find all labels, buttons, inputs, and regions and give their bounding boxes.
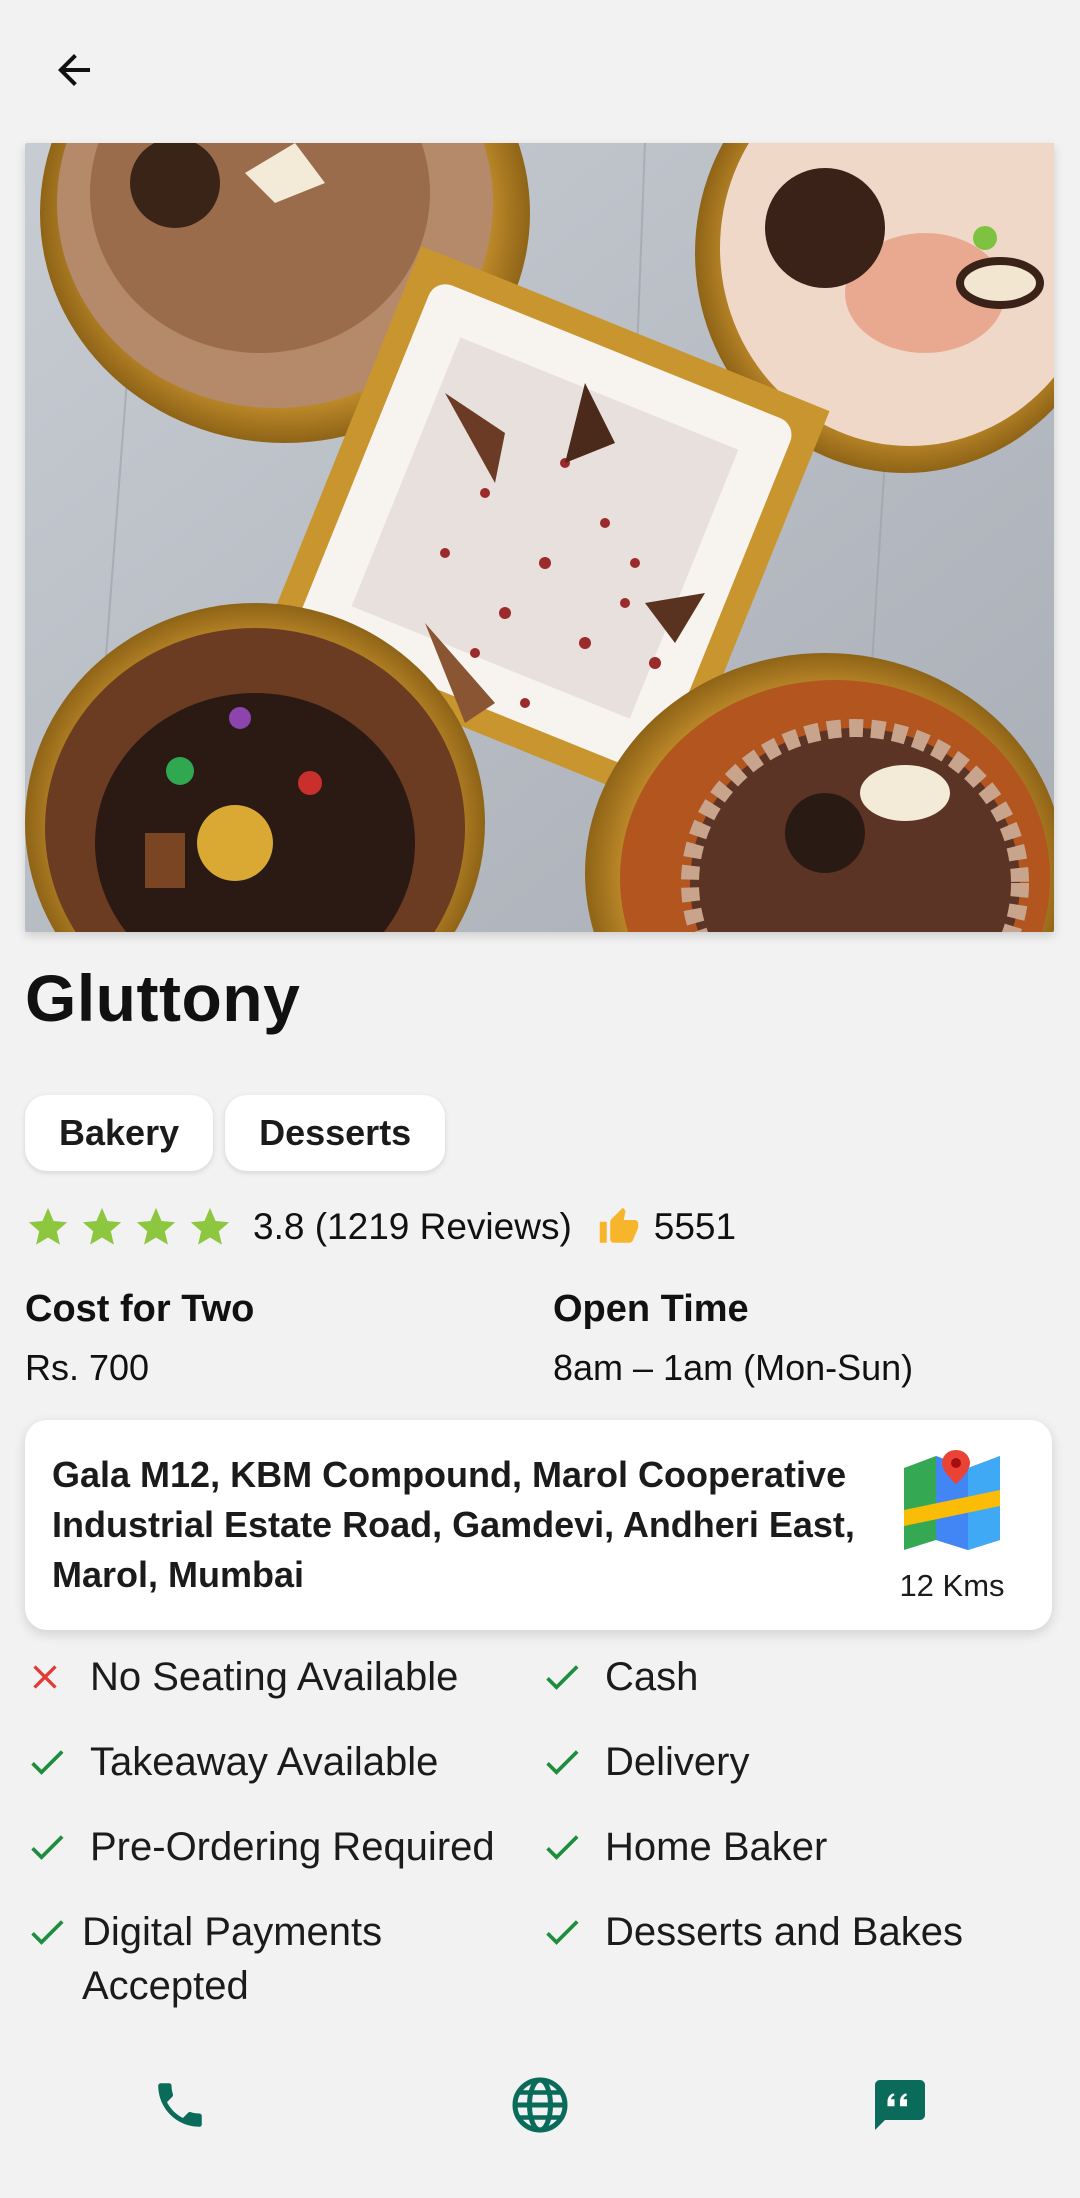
- check-icon: [546, 1835, 579, 1860]
- feature-takeaway: Takeaway Available: [25, 1735, 535, 1789]
- arrow-back-icon: [58, 54, 90, 86]
- business-name: Gluttony: [25, 961, 301, 1035]
- cost-block: Cost for Two Rs. 700: [25, 1288, 254, 1389]
- address-text: Gala M12, KBM Compound, Marol Cooperativ…: [52, 1454, 855, 1595]
- rating-text: 3.8 (1219 Reviews): [253, 1206, 572, 1247]
- map-icon: [904, 1450, 1000, 1550]
- check-icon: [546, 1665, 579, 1690]
- feature-digital-payments: Digital Payments Accepted: [25, 1905, 465, 2013]
- feature-home-baker: Home Baker: [540, 1820, 1040, 1874]
- feature-label: Digital Payments Accepted: [82, 1910, 383, 2008]
- likes[interactable]: 5551: [598, 1206, 736, 1248]
- globe-icon: [512, 2077, 568, 2133]
- check-icon: [31, 1920, 64, 1945]
- feature-label: No Seating Available: [90, 1655, 459, 1699]
- feature-desserts-bakes: Desserts and Bakes: [540, 1905, 1040, 1959]
- check-icon: [31, 1750, 64, 1775]
- feature-label: Desserts and Bakes: [605, 1910, 963, 1954]
- thumbs-up-icon: [599, 1207, 639, 1243]
- likes-count: 5551: [653, 1206, 737, 1247]
- feature-label: Cash: [605, 1655, 699, 1699]
- feature-label: Takeaway Available: [90, 1740, 439, 1784]
- reviews-button[interactable]: [855, 2060, 945, 2150]
- close-icon: [33, 1665, 57, 1689]
- rating-row: 3.8 (1219 Reviews) 5551: [25, 1195, 736, 1259]
- chip-desserts[interactable]: Desserts: [225, 1095, 446, 1171]
- star-rating: [25, 1204, 233, 1250]
- back-button[interactable]: [38, 34, 110, 106]
- hero-image: [25, 143, 1054, 932]
- bottom-action-bar: [0, 2060, 1080, 2150]
- cost-value: Rs. 700: [25, 1347, 150, 1388]
- feature-label: Home Baker: [605, 1825, 828, 1869]
- star-icon: [190, 1207, 230, 1245]
- address-card[interactable]: Gala M12, KBM Compound, Marol Cooperativ…: [25, 1420, 1052, 1630]
- review-icon: [875, 2080, 925, 2130]
- feature-label: Pre-Ordering Required: [90, 1825, 495, 1869]
- map-button[interactable]: 12 Kms: [892, 1450, 1012, 1604]
- feature-label: Delivery: [605, 1740, 750, 1784]
- top-bar: [0, 0, 1080, 140]
- feature-cash: Cash: [540, 1650, 1040, 1704]
- cost-title: Cost for Two: [25, 1288, 255, 1330]
- open-time-title: Open Time: [553, 1288, 749, 1330]
- star-icon: [28, 1207, 68, 1245]
- open-time-block: Open Time 8am – 1am (Mon-Sun): [553, 1288, 913, 1389]
- category-chips: Bakery Desserts: [25, 1095, 446, 1171]
- phone-icon: [158, 2083, 202, 2127]
- star-icon: [82, 1207, 122, 1245]
- distance-label: 12 Kms: [899, 1568, 1005, 1603]
- check-icon: [31, 1835, 64, 1860]
- feature-pre-ordering: Pre-Ordering Required: [25, 1820, 535, 1874]
- website-button[interactable]: [495, 2060, 585, 2150]
- check-icon: [546, 1920, 579, 1945]
- chip-bakery[interactable]: Bakery: [25, 1095, 214, 1171]
- feature-no-seating: No Seating Available: [25, 1650, 535, 1704]
- open-time-value: 8am – 1am (Mon-Sun): [553, 1347, 914, 1388]
- feature-delivery: Delivery: [540, 1735, 1040, 1789]
- call-button[interactable]: [135, 2060, 225, 2150]
- check-icon: [546, 1750, 579, 1775]
- star-icon: [136, 1207, 176, 1245]
